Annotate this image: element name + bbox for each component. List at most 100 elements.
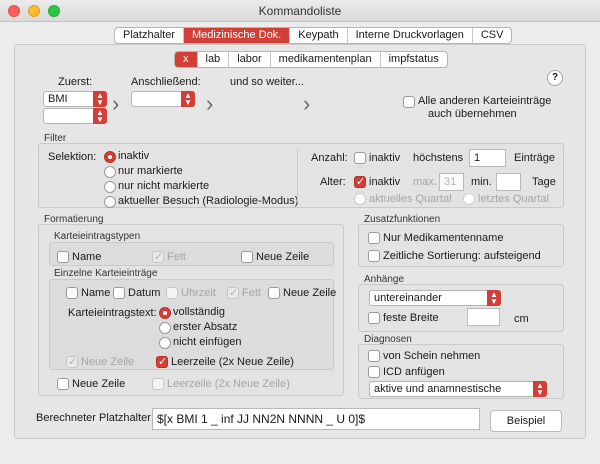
types-bold-label: Fett <box>167 251 186 263</box>
subtab-medikamentenplan[interactable]: medikamentenplan <box>271 52 381 67</box>
entry-text-label: Karteieintragstext: <box>68 307 157 319</box>
diag-type-select[interactable]: aktive und anamnestische ▲ ▼ <box>369 381 547 397</box>
help-button[interactable]: ? <box>547 70 563 86</box>
types-title: Karteieintragstypen <box>54 231 141 242</box>
chevron-right-icon: › <box>303 91 311 116</box>
current-quarter-label: aktuelles Quartal <box>369 193 452 205</box>
title-bar: Kommandoliste <box>0 0 600 22</box>
text-none-label: nicht einfügen <box>173 336 242 348</box>
icd-label: ICD anfügen <box>383 366 445 378</box>
tab-interne-druckvorlagen[interactable]: Interne Druckvorlagen <box>348 28 473 43</box>
selection-current-visit-label: aktueller Besuch (Radiologie-Modus) <box>118 195 299 207</box>
selection-inaktiv-label: inaktiv <box>118 150 150 162</box>
tab-keypath[interactable]: Keypath <box>290 28 348 43</box>
format-blankline-checkbox[interactable] <box>152 378 164 390</box>
entries-newline-label: Neue Zeile <box>283 287 337 299</box>
age-max-input[interactable]: 31 <box>439 173 464 191</box>
selection-inaktiv-radio[interactable] <box>104 151 116 163</box>
text-first-paragraph-radio[interactable] <box>159 322 171 334</box>
entries-label: Einträge <box>514 152 555 164</box>
second-entry-select[interactable]: ▲ ▼ <box>43 108 107 124</box>
age-min-label: min. <box>471 176 492 188</box>
types-name-label: Name <box>72 251 102 263</box>
count-inaktiv-label: inaktiv <box>369 152 401 164</box>
tab-medizinische-dok[interactable]: Medizinische Dok. <box>183 28 291 43</box>
first-entry-select[interactable]: BMI ▲ ▼ <box>43 91 107 107</box>
count-inaktiv-checkbox[interactable] <box>354 152 366 164</box>
selection-current-visit-radio[interactable] <box>104 196 116 208</box>
text-full-label: vollständig <box>173 306 225 318</box>
only-med-label: Nur Medikamentenname <box>383 232 504 244</box>
chevron-right-icon: › <box>206 91 214 116</box>
first-label: Zuerst: <box>58 76 93 88</box>
width-input[interactable] <box>467 308 500 326</box>
subtab-lab[interactable]: lab <box>198 52 230 67</box>
max-count-label: höchstens <box>413 152 464 164</box>
computed-placeholder-field[interactable]: $[x BMI 1 _ inf JJ NN2N NNNN _ U 0]$ <box>152 408 480 430</box>
chevron-updown-icon: ▲ ▼ <box>93 108 107 124</box>
computed-placeholder-label: Berechneter Platzhalter: <box>36 412 155 424</box>
types-bold-checkbox[interactable] <box>152 250 164 263</box>
entries-name-label: Name <box>81 287 111 299</box>
copy-all-checkbox[interactable] <box>403 96 415 108</box>
subtab-x[interactable]: x <box>175 52 198 67</box>
copy-all-label-2: auch übernehmen <box>428 108 517 120</box>
then-label: Anschließend: <box>131 76 201 88</box>
current-quarter-radio[interactable] <box>354 193 366 205</box>
selection-label: Selektion: <box>48 151 97 163</box>
entries-date-label: Datum <box>128 287 161 299</box>
main-tab-bar: Platzhalter Medizinische Dok. Keypath In… <box>114 27 513 44</box>
tab-csv[interactable]: CSV <box>473 28 512 43</box>
then-entry-select[interactable]: ▲ ▼ <box>131 91 195 107</box>
entries-time-checkbox[interactable] <box>166 287 178 299</box>
example-button[interactable]: Beispiel <box>490 410 562 432</box>
age-label: Alter: <box>320 176 346 188</box>
attach-mode-select[interactable]: untereinander ▲ ▼ <box>369 290 501 306</box>
entries-name-checkbox[interactable] <box>66 287 78 299</box>
days-label: Tage <box>532 176 556 188</box>
window-title: Kommandoliste <box>258 4 342 18</box>
entries-blankline-checkbox[interactable] <box>156 355 168 368</box>
entries-newline-checkbox[interactable] <box>268 287 280 299</box>
chevron-right-icon: › <box>112 91 120 116</box>
selection-unmarked-radio[interactable] <box>104 181 116 193</box>
age-inaktiv-checkbox[interactable] <box>354 175 366 188</box>
text-none-radio[interactable] <box>159 337 171 349</box>
entries-bold-label: Fett <box>242 287 261 299</box>
tab-platzhalter[interactable]: Platzhalter <box>115 28 184 43</box>
types-name-checkbox[interactable] <box>57 251 69 263</box>
subtab-impfstatus[interactable]: impfstatus <box>381 52 447 67</box>
icd-checkbox[interactable] <box>368 366 380 378</box>
entries-date-checkbox[interactable] <box>113 287 125 299</box>
copy-all-label-1: Alle anderen Karteieinträge <box>418 95 552 107</box>
entries-newline2-checkbox[interactable] <box>66 355 78 368</box>
age-min-input[interactable] <box>496 173 521 191</box>
selection-marked-radio[interactable] <box>104 166 116 178</box>
format-newline-checkbox[interactable] <box>57 378 69 390</box>
chevron-updown-icon: ▲ ▼ <box>487 290 501 306</box>
chevron-updown-icon: ▲ ▼ <box>181 91 195 107</box>
from-bill-checkbox[interactable] <box>368 350 380 362</box>
time-sort-checkbox[interactable] <box>368 250 380 262</box>
filter-divider <box>297 150 298 202</box>
chevron-updown-icon: ▲ ▼ <box>533 381 547 397</box>
subtab-labor[interactable]: labor <box>229 52 271 67</box>
fixed-width-checkbox[interactable] <box>368 312 380 324</box>
first-entry-value: BMI <box>48 93 68 105</box>
format-blankline-label: Leerzeile (2x Neue Zeile) <box>167 378 290 390</box>
selection-marked-label: nur markierte <box>118 165 183 177</box>
last-quarter-radio[interactable] <box>463 193 475 205</box>
from-bill-label: von Schein nehmen <box>383 350 481 362</box>
types-newline-checkbox[interactable] <box>241 251 253 263</box>
format-newline-label: Neue Zeile <box>72 378 126 390</box>
width-unit-label: cm <box>514 313 529 325</box>
text-full-radio[interactable] <box>159 307 171 319</box>
selection-unmarked-label: nur nicht markierte <box>118 180 210 192</box>
max-count-input[interactable]: 1 <box>469 149 506 167</box>
time-sort-label: Zeitliche Sortierung: aufsteigend <box>383 250 541 262</box>
diag-type-value: aktive und anamnestische <box>374 383 502 395</box>
chevron-updown-icon: ▲ ▼ <box>93 91 107 107</box>
only-med-checkbox[interactable] <box>368 232 380 244</box>
entries-bold-checkbox[interactable] <box>227 286 239 299</box>
entries-time-label: Uhrzeit <box>181 287 216 299</box>
